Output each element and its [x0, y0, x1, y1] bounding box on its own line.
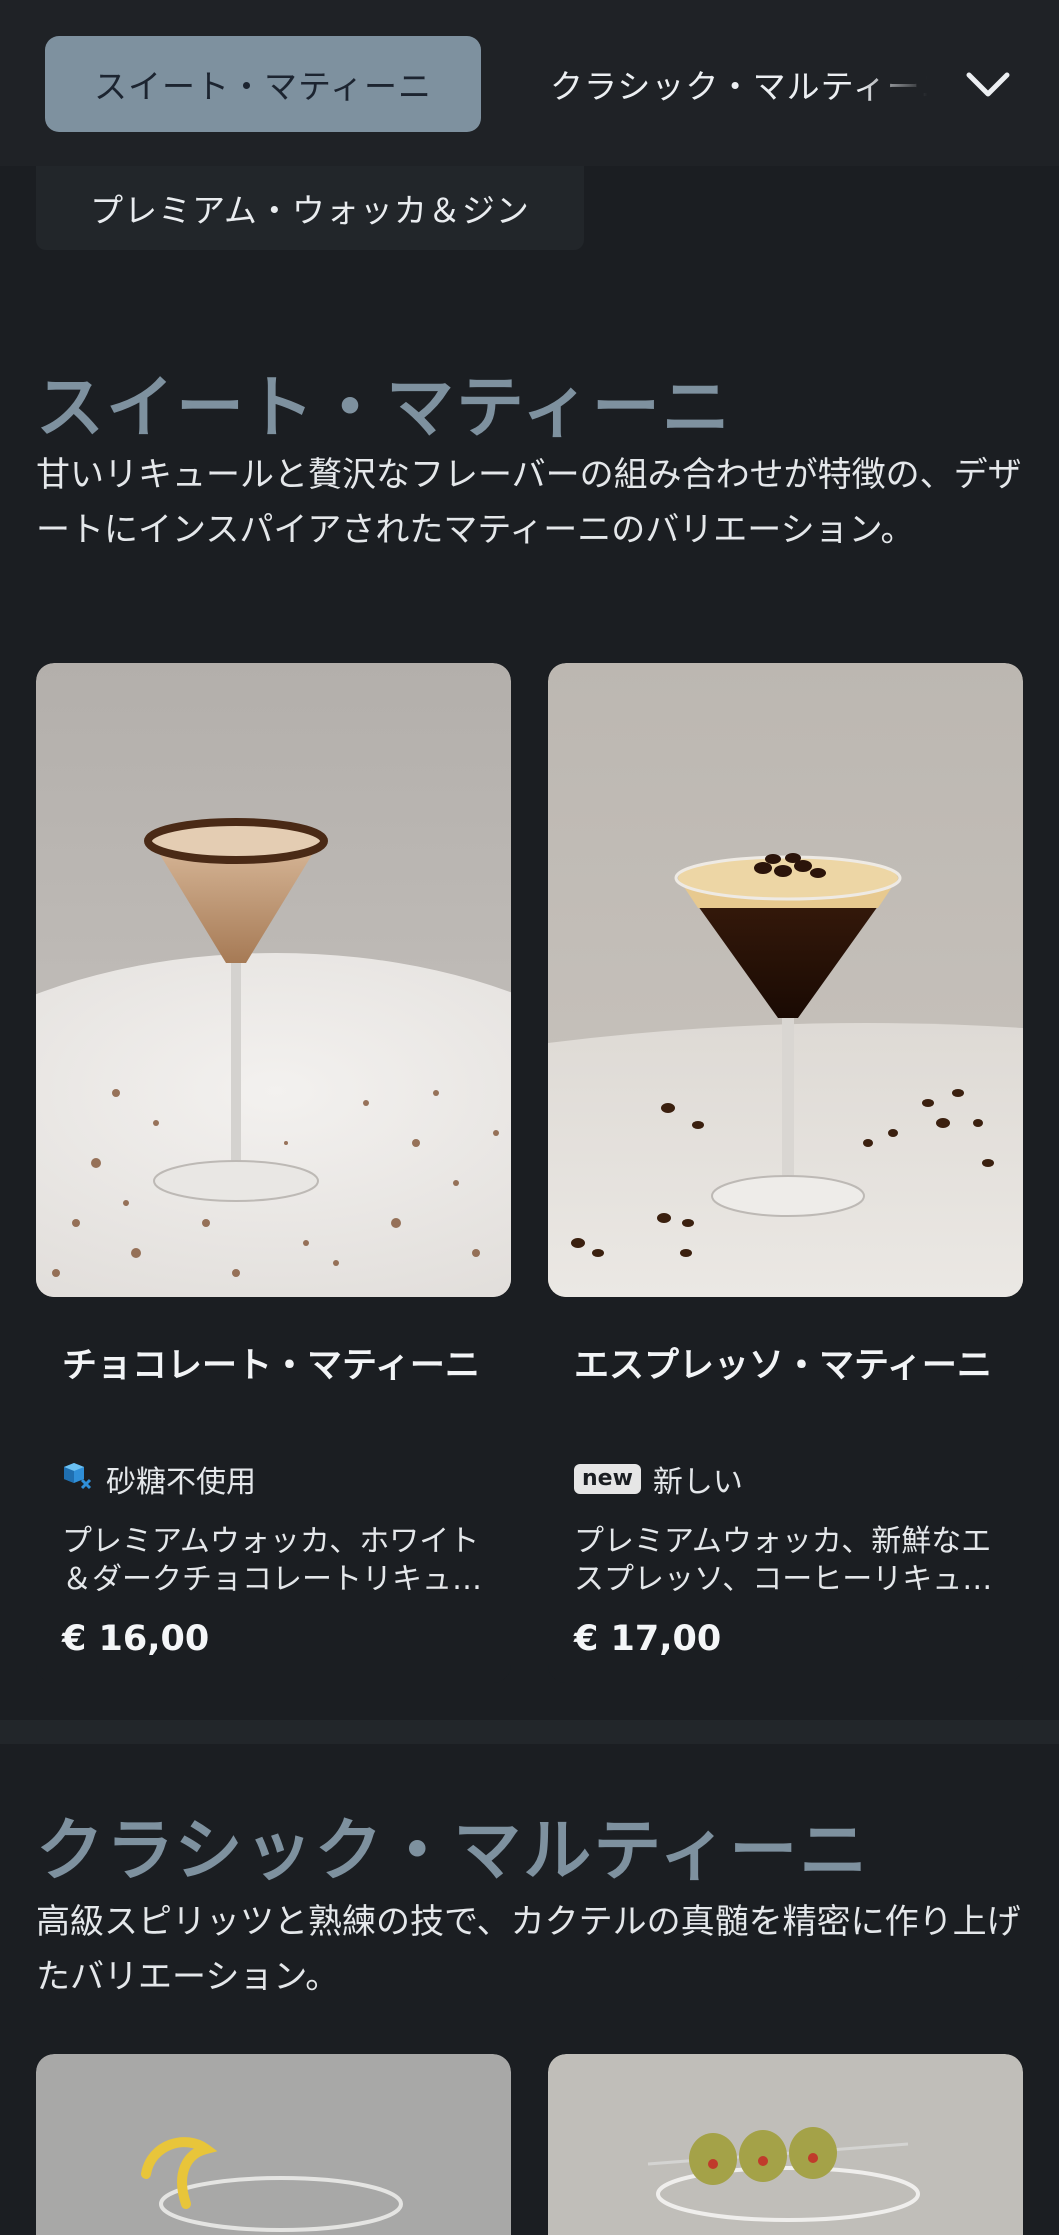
espresso-martini-image	[548, 663, 1023, 1297]
section-description: 高級スピリッツと熟練の技で、カクテルの真髄を精密に作り上げたバリエーション。	[36, 1902, 1021, 1997]
section-title: クラシック・マルティーニ	[36, 1812, 870, 1891]
chevron-down-icon[interactable]	[960, 56, 1016, 112]
item-price: € 17,00	[574, 1619, 722, 1659]
chocolate-martini-image	[36, 663, 511, 1297]
item-price: € 16,00	[62, 1619, 210, 1659]
item-name: チョコレート・マティーニ	[62, 1346, 480, 1386]
item-tag: 砂糖不使用	[62, 1459, 256, 1500]
classic-martini-lemon-image	[36, 2054, 511, 2235]
menu-item-card[interactable]: チョコレート・マティーニ 砂糖不使用 プレミアムウォッカ、ホワイト＆ダークチョコ…	[36, 663, 511, 1683]
category-tab-premium-vodka-gin[interactable]: プレミアム・ウォッカ＆ジン	[36, 166, 584, 250]
section-divider	[0, 1720, 1059, 1744]
menu-item-card[interactable]: エスプレッソ・マティーニ new 新しい プレミアムウォッカ、新鮮なエスプレッソ…	[548, 663, 1023, 1683]
category-tab-sweet-martini[interactable]: スイート・マティーニ	[45, 36, 481, 132]
section-title: スイート・マティーニ	[36, 369, 732, 448]
item-tag: new 新しい	[574, 1459, 743, 1500]
tag-label: 砂糖不使用	[106, 1465, 256, 1500]
item-description: プレミアムウォッカ、ホワイト＆ダークチョコレートリキュール	[62, 1524, 482, 1597]
menu-item-card[interactable]	[548, 2054, 1023, 2235]
menu-item-card[interactable]	[36, 2054, 511, 2235]
category-nav: スイート・マティーニ クラシック・マルティーニ	[0, 0, 1059, 166]
section-description: 甘いリキュールと贅沢なフレーバーの組み合わせが特徴の、デザートにインスパイアされ…	[36, 455, 1022, 550]
sugar-free-icon	[62, 1459, 94, 1499]
menu-page: スイート・マティーニ クラシック・マルティーニ プレミアム・ウォッカ＆ジン スイ…	[0, 0, 1059, 2235]
tag-label: 新しい	[652, 1465, 743, 1500]
item-name: エスプレッソ・マティーニ	[574, 1346, 992, 1386]
new-badge: new	[574, 1464, 641, 1494]
item-description: プレミアムウォッカ、新鮮なエスプレッソ、コーヒーリキュール	[574, 1524, 993, 1597]
nav-fade-overlay	[860, 36, 950, 132]
classic-martini-olive-image	[548, 2054, 1023, 2235]
